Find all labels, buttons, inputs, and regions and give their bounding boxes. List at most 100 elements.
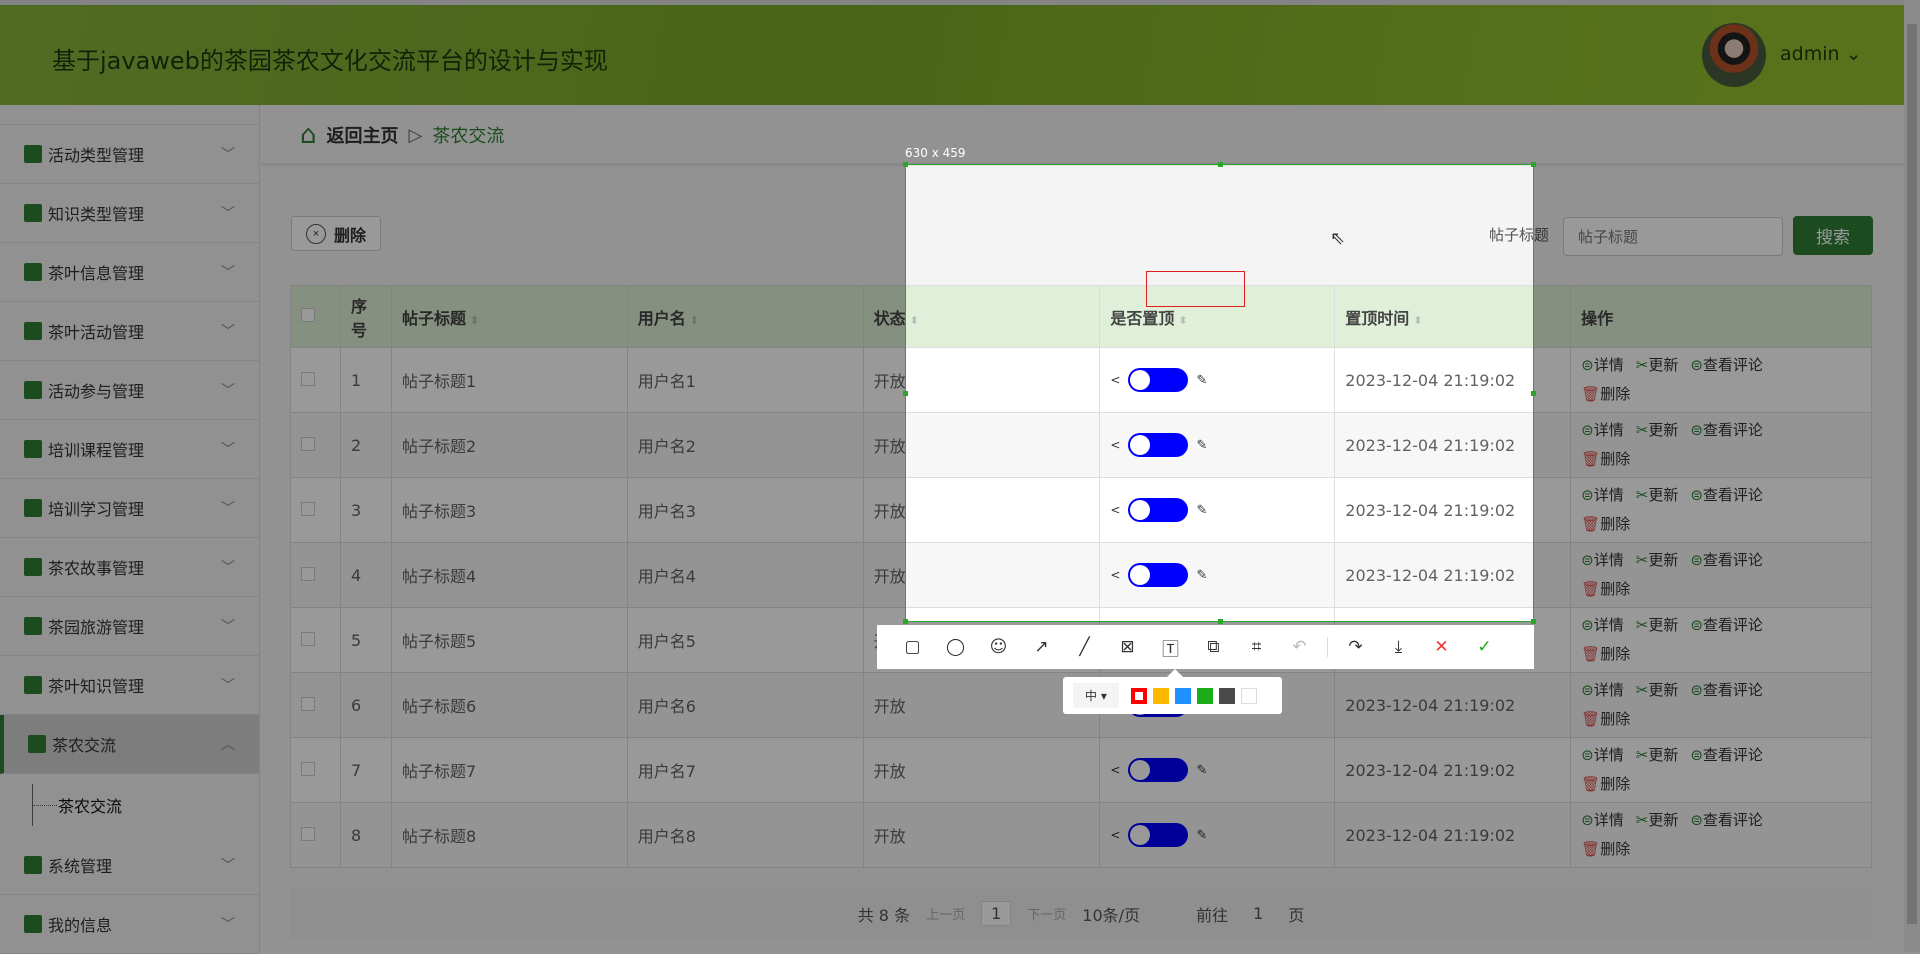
row-checkbox[interactable] (301, 371, 315, 386)
edit-icon[interactable]: ✎ (1196, 828, 1207, 843)
color-swatch[interactable] (1174, 687, 1191, 704)
edit-icon[interactable]: ✎ (1196, 568, 1207, 583)
annotation-rectangle[interactable] (1146, 271, 1245, 307)
row-checkbox[interactable] (301, 501, 315, 516)
share-icon[interactable]: ↷ (1334, 637, 1377, 657)
sidebar-item[interactable]: 茶叶知识管理 ﹀ (0, 656, 259, 715)
edit-icon[interactable]: ✎ (1196, 763, 1207, 778)
update-button[interactable]: ✂更新 (1636, 486, 1679, 504)
row-checkbox-cell[interactable] (290, 412, 341, 478)
detail-button[interactable]: ⊜详情 (1581, 681, 1624, 699)
ocr-tool-icon[interactable]: ⌗ (1235, 637, 1278, 657)
sidebar-item[interactable]: 培训课程管理 ﹀ (0, 420, 259, 479)
comments-button[interactable]: ⊜查看评论 (1690, 421, 1763, 439)
sidebar-item[interactable]: 系统管理 ﹀ (0, 836, 259, 895)
pager-next[interactable]: 下一页 (1027, 904, 1066, 923)
home-icon[interactable]: ⌂ (300, 120, 317, 150)
sidebar-subitem[interactable]: 茶农交流 (0, 774, 259, 836)
emoji-tool-icon[interactable]: ☺ (977, 637, 1020, 657)
color-swatch[interactable] (1240, 687, 1257, 704)
save-icon[interactable]: ⤓ (1377, 637, 1420, 657)
update-button[interactable]: ✂更新 (1636, 746, 1679, 764)
comments-button[interactable]: ⊜查看评论 (1690, 486, 1763, 504)
row-checkbox[interactable] (301, 566, 315, 581)
sidebar-item[interactable]: 活动参与管理 ﹀ (0, 361, 259, 420)
delete-button[interactable]: 🗑删除 (1581, 775, 1630, 793)
sidebar-item[interactable]: 茶园旅游管理 ﹀ (0, 597, 259, 656)
pinned-toggle[interactable] (1128, 823, 1189, 847)
scrollbar-thumb[interactable] (1907, 24, 1917, 924)
sort-icon[interactable]: ⬍ (910, 314, 919, 327)
update-button[interactable]: ✂更新 (1636, 551, 1679, 569)
update-button[interactable]: ✂更新 (1636, 681, 1679, 699)
column-header[interactable]: 置顶时间 ⬍ (1334, 285, 1572, 348)
detail-button[interactable]: ⊜详情 (1581, 421, 1624, 439)
pinned-toggle[interactable] (1128, 368, 1189, 392)
sidebar-item[interactable]: 培训学习管理 ﹀ (0, 479, 259, 538)
pager-prev[interactable]: 上一页 (926, 904, 965, 923)
sort-icon[interactable]: ⬍ (470, 314, 479, 327)
pinned-toggle[interactable] (1128, 498, 1189, 522)
comments-button[interactable]: ⊜查看评论 (1690, 746, 1763, 764)
delete-button[interactable]: 🗑删除 (1581, 515, 1630, 533)
pen-size-select[interactable]: 中 ▾ (1073, 683, 1119, 708)
color-swatch[interactable] (1196, 687, 1213, 704)
ellipse-tool-icon[interactable]: ◯ (934, 637, 977, 657)
pager-current-page[interactable]: 1 (981, 901, 1012, 926)
pager-goto-input[interactable]: 1 (1244, 902, 1273, 925)
update-button[interactable]: ✂更新 (1636, 811, 1679, 829)
sidebar-item[interactable]: 茶叶信息管理 ﹀ (0, 243, 259, 302)
text-tool-icon[interactable]: 🅃 (1149, 635, 1192, 660)
undo-icon[interactable]: ↶ (1278, 637, 1321, 657)
color-swatch[interactable] (1218, 687, 1235, 704)
scrollbar[interactable] (1904, 0, 1920, 952)
column-header[interactable]: 状态 ⬍ (862, 285, 1101, 348)
sidebar-item[interactable]: 知识类型管理 ﹀ (0, 184, 259, 243)
delete-button[interactable]: 🗑删除 (1581, 645, 1630, 663)
color-swatch[interactable] (1130, 687, 1147, 704)
delete-button[interactable]: 🗑删除 (1581, 385, 1630, 403)
detail-button[interactable]: ⊜详情 (1581, 551, 1624, 569)
select-all-checkbox-cell[interactable] (290, 285, 341, 348)
pinned-toggle[interactable] (1128, 758, 1189, 782)
edit-icon[interactable]: ✎ (1196, 438, 1207, 453)
row-checkbox[interactable] (301, 696, 315, 711)
update-button[interactable]: ✂更新 (1636, 616, 1679, 634)
sidebar-item[interactable]: 茶叶活动管理 ﹀ (0, 302, 259, 361)
comments-button[interactable]: ⊜查看评论 (1690, 811, 1763, 829)
row-checkbox[interactable] (301, 436, 315, 451)
sort-icon[interactable]: ⬍ (690, 314, 699, 327)
row-checkbox-cell[interactable] (290, 737, 341, 803)
edit-icon[interactable]: ✎ (1196, 373, 1207, 388)
row-checkbox[interactable] (301, 761, 315, 776)
edit-icon[interactable]: ✎ (1196, 503, 1207, 518)
row-checkbox-cell[interactable] (290, 347, 341, 413)
row-checkbox[interactable] (301, 631, 315, 646)
pager-size-select[interactable]: 10条/页 (1082, 902, 1140, 926)
column-header[interactable]: 用户名 ⬍ (626, 285, 864, 348)
sort-icon[interactable]: ⬍ (1413, 314, 1422, 327)
delete-button[interactable]: × 删除 (291, 216, 381, 251)
color-swatch[interactable] (1152, 687, 1169, 704)
search-button[interactable]: 搜索 (1793, 216, 1873, 255)
delete-button[interactable]: 🗑删除 (1581, 710, 1630, 728)
delete-button[interactable]: 🗑删除 (1581, 580, 1630, 598)
detail-button[interactable]: ⊜详情 (1581, 356, 1624, 374)
breadcrumb-home[interactable]: 返回主页 (327, 122, 399, 148)
sidebar-item[interactable]: 茶农故事管理 ﹀ (0, 538, 259, 597)
search-input[interactable] (1563, 217, 1783, 256)
arrow-tool-icon[interactable]: ↗ (1020, 637, 1063, 657)
cancel-icon[interactable]: ✕ (1420, 637, 1463, 657)
pin-tool-icon[interactable]: ⧉ (1192, 637, 1235, 657)
row-checkbox[interactable] (301, 826, 315, 841)
column-header[interactable]: 帖子标题 ⬍ (390, 285, 628, 348)
row-checkbox-cell[interactable] (290, 802, 341, 868)
row-checkbox-cell[interactable] (290, 477, 341, 543)
confirm-icon[interactable]: ✓ (1463, 637, 1506, 657)
delete-button[interactable]: 🗑删除 (1581, 840, 1630, 858)
sidebar-item[interactable]: 我的信息 ﹀ (0, 895, 259, 954)
comments-button[interactable]: ⊜查看评论 (1690, 616, 1763, 634)
row-checkbox-cell[interactable] (290, 542, 341, 608)
line-tool-icon[interactable]: ╱ (1063, 637, 1106, 657)
sort-icon[interactable]: ⬍ (1178, 314, 1187, 327)
